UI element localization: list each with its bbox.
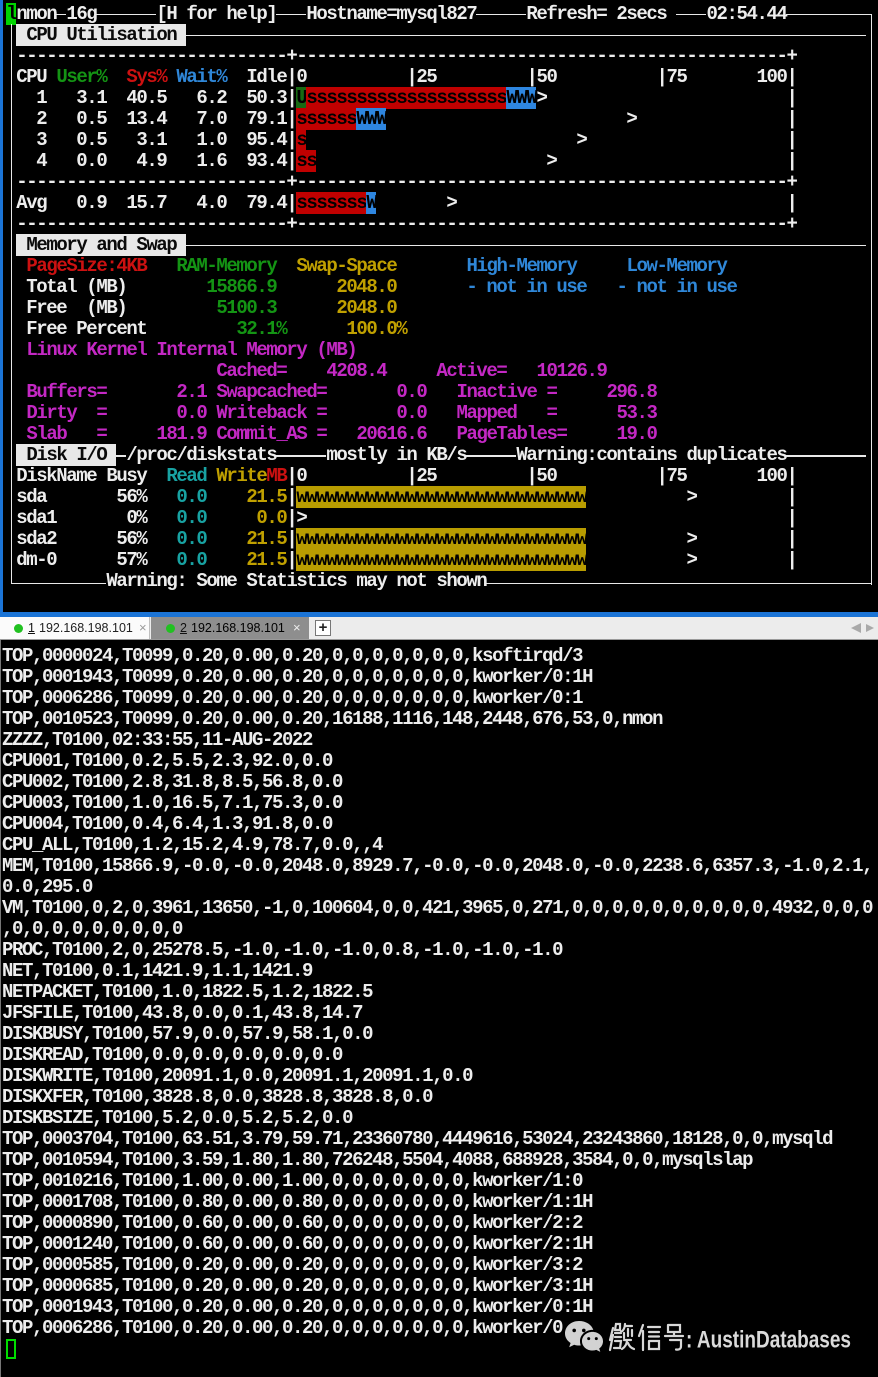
- svg-text:: AustinDatabases: : AustinDatabases: [686, 1327, 851, 1354]
